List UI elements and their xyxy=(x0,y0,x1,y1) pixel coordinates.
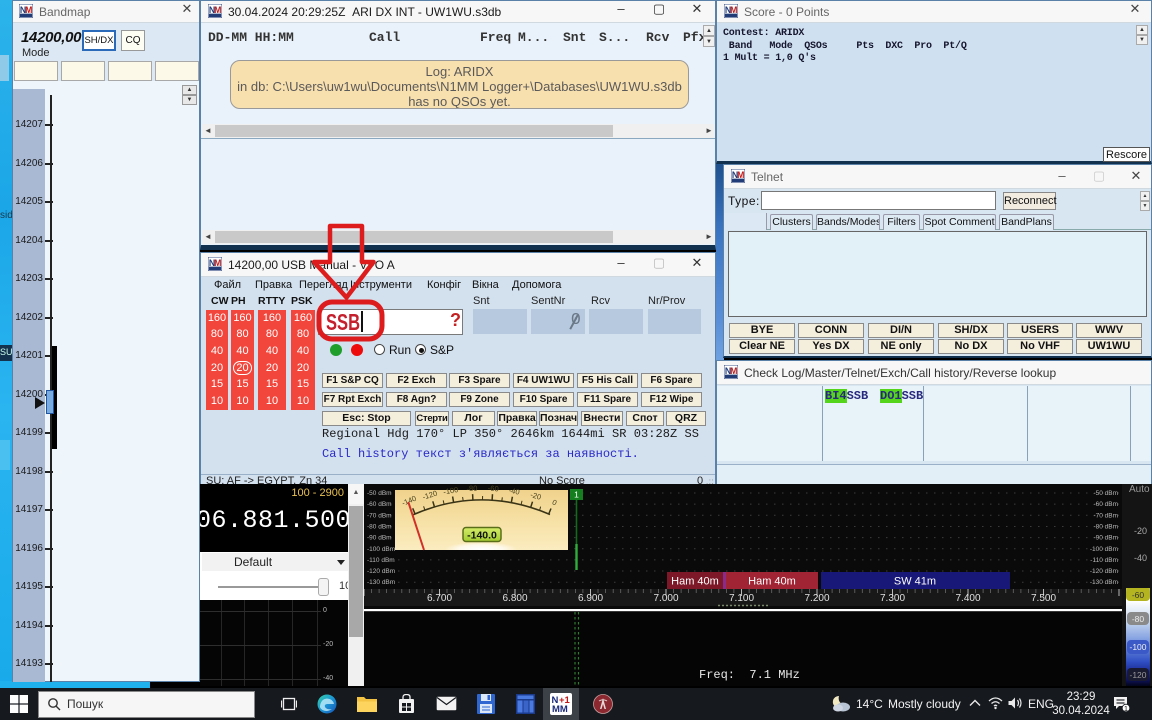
svg-text:M: M xyxy=(730,5,737,15)
svg-text:SW 41m: SW 41m xyxy=(894,576,936,588)
svg-text:Ham 40m: Ham 40m xyxy=(671,576,719,588)
svg-text:-140.0: -140.0 xyxy=(467,530,497,542)
svg-text:-80 dBm: -80 dBm xyxy=(1093,524,1118,531)
svg-text:-20: -20 xyxy=(1134,526,1147,536)
svg-text:Ham 40m: Ham 40m xyxy=(748,576,796,588)
svg-text:7.300: 7.300 xyxy=(880,593,905,604)
svg-text:M: M xyxy=(214,5,221,15)
svg-text:-90 dBm: -90 dBm xyxy=(1093,535,1118,542)
svg-text:-60: -60 xyxy=(488,484,499,493)
svg-text:M: M xyxy=(25,5,32,15)
svg-text:-120: -120 xyxy=(1129,670,1146,680)
svg-text:-70 dBm: -70 dBm xyxy=(1093,512,1118,519)
svg-text:-110 dBm: -110 dBm xyxy=(367,557,395,564)
svg-text:-80: -80 xyxy=(466,484,477,493)
svg-text:M: M xyxy=(730,366,737,376)
svg-text:7.100: 7.100 xyxy=(729,593,754,604)
svg-text:-120 dBm: -120 dBm xyxy=(1090,568,1118,575)
svg-text:1: 1 xyxy=(574,490,579,500)
svg-text:-130 dBm: -130 dBm xyxy=(1090,579,1118,586)
svg-text:-100 dBm: -100 dBm xyxy=(1090,546,1118,553)
svg-text:-80: -80 xyxy=(1132,614,1145,624)
svg-text:7.500: 7.500 xyxy=(1031,593,1056,604)
svg-text:7.400: 7.400 xyxy=(955,593,980,604)
svg-text:-110 dBm: -110 dBm xyxy=(1090,557,1118,564)
svg-text:Auto: Auto xyxy=(1129,484,1150,495)
svg-text:-100: -100 xyxy=(1129,642,1146,652)
svg-text:MM: MM xyxy=(552,704,568,715)
svg-text:M: M xyxy=(737,170,744,180)
svg-text:6.800: 6.800 xyxy=(502,593,527,604)
svg-text:-50 dBm: -50 dBm xyxy=(1093,490,1118,497)
svg-text:M: M xyxy=(214,258,221,268)
svg-text:6.900: 6.900 xyxy=(578,593,603,604)
svg-text:-120 dBm: -120 dBm xyxy=(367,568,395,575)
svg-text:-60 dBm: -60 dBm xyxy=(367,501,392,508)
svg-text:7.200: 7.200 xyxy=(804,593,829,604)
svg-text:-80 dBm: -80 dBm xyxy=(367,524,392,531)
svg-text:-50 dBm: -50 dBm xyxy=(367,490,392,497)
svg-text:-60 dBm: -60 dBm xyxy=(1093,501,1118,508)
svg-text:-40: -40 xyxy=(1134,553,1147,563)
svg-text:-90 dBm: -90 dBm xyxy=(367,535,392,542)
svg-text:-70 dBm: -70 dBm xyxy=(367,512,392,519)
svg-text:Freq: 7.1 MHz: Freq: 7.1 MHz xyxy=(699,668,800,682)
svg-text:-130 dBm: -130 dBm xyxy=(367,579,395,586)
svg-text:7.000: 7.000 xyxy=(653,593,678,604)
svg-text:1: 1 xyxy=(1124,704,1128,712)
svg-text:6.700: 6.700 xyxy=(427,593,452,604)
svg-text:-100 dBm: -100 dBm xyxy=(367,546,395,553)
svg-text:-60: -60 xyxy=(1132,590,1145,600)
